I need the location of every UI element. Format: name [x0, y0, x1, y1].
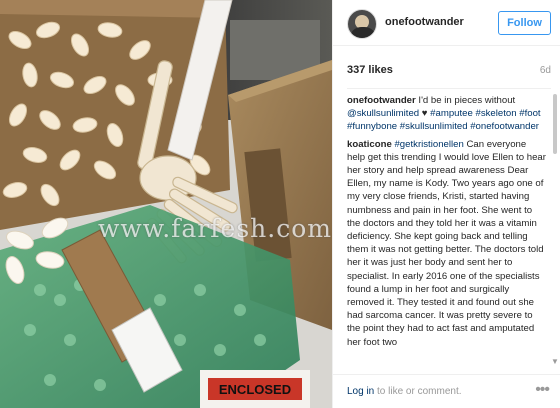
caption-author[interactable]: onefootwander	[347, 95, 416, 106]
caption-mention[interactable]: @skullsunlimited	[347, 108, 419, 119]
comment-line: Dear Ellen, my name is Kody. Two years a…	[347, 165, 544, 348]
post-header: onefootwander Follow	[333, 0, 560, 46]
comment-hashtag[interactable]: #getkristionellen	[394, 139, 463, 150]
login-prompt-text: to like or comment.	[374, 386, 462, 397]
comments-list[interactable]: onefootwander I'd be in pieces without @…	[347, 94, 547, 368]
more-options-icon[interactable]: •••	[535, 381, 550, 399]
caption: onefootwander I'd be in pieces without @…	[347, 94, 547, 134]
comment-item: koaticone #getkristionellen Can everyone…	[347, 138, 547, 349]
post-time[interactable]: 6d	[540, 65, 551, 76]
comment-author[interactable]: koaticone	[347, 139, 392, 150]
post-footer: Log in to like or comment. •••	[333, 374, 560, 408]
scroll-down-icon[interactable]: ▼	[551, 358, 559, 366]
scrollbar-thumb[interactable]	[553, 94, 557, 154]
avatar[interactable]	[347, 9, 377, 39]
follow-button[interactable]: Follow	[498, 11, 551, 35]
comments-scrollbar[interactable]: ▼	[551, 94, 559, 366]
post-photo[interactable]: ENCLOSED www.farfesh.com	[0, 0, 332, 408]
caption-text: I'd be in pieces without	[415, 95, 516, 106]
login-prompt: Log in to like or comment.	[347, 386, 462, 397]
watermark: www.farfesh.com	[98, 214, 332, 243]
login-link[interactable]: Log in	[347, 386, 374, 397]
likes-count[interactable]: 337 likes	[347, 64, 393, 76]
heart-icon: ♥	[421, 108, 428, 120]
likes-row: 337 likes 6d	[347, 64, 551, 80]
username-link[interactable]: onefootwander	[385, 16, 464, 28]
photo-illustration: ENCLOSED	[0, 0, 332, 408]
post-side-panel: onefootwander Follow 337 likes 6d onefoo…	[332, 0, 560, 408]
divider	[347, 88, 551, 89]
photo-label-text: ENCLOSED	[219, 382, 291, 397]
